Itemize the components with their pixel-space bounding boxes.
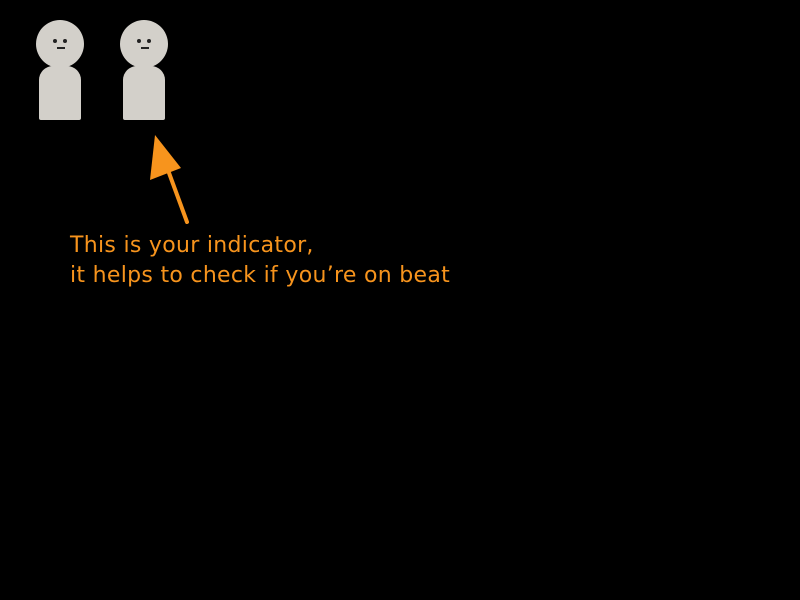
player-figure	[35, 20, 85, 120]
figure-eye	[137, 39, 141, 43]
figure-head	[120, 20, 168, 68]
figure-body	[39, 66, 81, 120]
figure-eye	[53, 39, 57, 43]
figure-eye	[147, 39, 151, 43]
game-stage: This is your indicator, it helps to chec…	[0, 0, 800, 600]
indicator-figure	[119, 20, 169, 120]
figure-mouth	[57, 47, 65, 49]
figure-eye	[63, 39, 67, 43]
tutorial-caption: This is your indicator, it helps to chec…	[70, 231, 450, 291]
tutorial-line-1: This is your indicator,	[70, 233, 314, 258]
figure-mouth	[141, 47, 149, 49]
figure-body	[123, 66, 165, 120]
tutorial-line-2: it helps to check if you’re on beat	[70, 263, 451, 288]
figure-head	[36, 20, 84, 68]
